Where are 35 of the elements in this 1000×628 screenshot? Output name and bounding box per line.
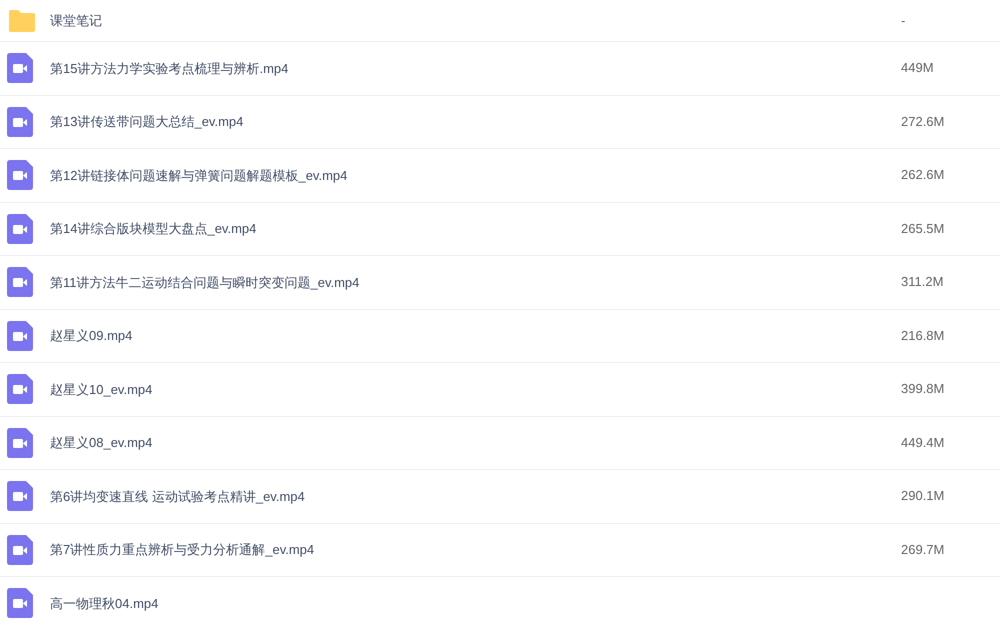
file-size: 449M xyxy=(901,60,934,76)
file-name[interactable]: 第12讲链接体问题速解与弹簧问题解题模板_ev.mp4 xyxy=(50,166,348,185)
video-file-icon xyxy=(7,374,33,404)
file-name[interactable]: 第7讲性质力重点辨析与受力分析通解_ev.mp4 xyxy=(50,540,314,560)
video-file-icon xyxy=(7,481,33,512)
file-size: 399.8M xyxy=(901,381,944,396)
video-file-icon xyxy=(7,428,33,458)
file-name[interactable]: 赵星义10_ev.mp4 xyxy=(50,380,152,399)
file-name[interactable]: 第13讲传送带问题大总结_ev.mp4 xyxy=(50,112,244,132)
video-file-icon xyxy=(7,534,33,565)
file-name[interactable]: 赵星义09.mp4 xyxy=(50,326,132,346)
file-name[interactable]: 第11讲方法牛二运动结合问题与瞬时突变问题_ev.mp4 xyxy=(50,272,360,292)
video-file-icon xyxy=(7,214,33,244)
file-name[interactable]: 第14讲综合版块模型大盘点_ev.mp4 xyxy=(50,219,256,238)
video-file-icon xyxy=(7,160,33,190)
video-file-icon xyxy=(7,320,33,351)
file-name[interactable]: 赵星义08_ev.mp4 xyxy=(50,433,152,452)
file-name[interactable]: 第6讲均变速直线 运动试验考点精讲_ev.mp4 xyxy=(50,486,305,506)
file-size: 272.6M xyxy=(901,114,944,129)
video-file-icon xyxy=(7,106,33,137)
file-name[interactable]: 课堂笔记 xyxy=(50,10,102,30)
file-size: 265.5M xyxy=(901,220,944,236)
video-file-icon xyxy=(7,53,33,84)
file-size: 269.7M xyxy=(901,542,944,557)
file-size: 311.2M xyxy=(901,274,944,290)
file-size: 290.1M xyxy=(901,488,944,504)
video-file-icon xyxy=(7,588,33,618)
video-file-icon xyxy=(7,267,33,298)
file-size: 449.4M xyxy=(901,434,944,450)
folder-icon xyxy=(7,8,37,32)
file-size: 262.6M xyxy=(901,167,944,182)
file-size: 216.8M xyxy=(901,328,944,343)
file-name[interactable]: 高一物理秋04.mp4 xyxy=(50,594,158,613)
file-name[interactable]: 第15讲方法力学实验考点梳理与辨析.mp4 xyxy=(50,58,288,78)
file-size: - xyxy=(901,12,906,28)
